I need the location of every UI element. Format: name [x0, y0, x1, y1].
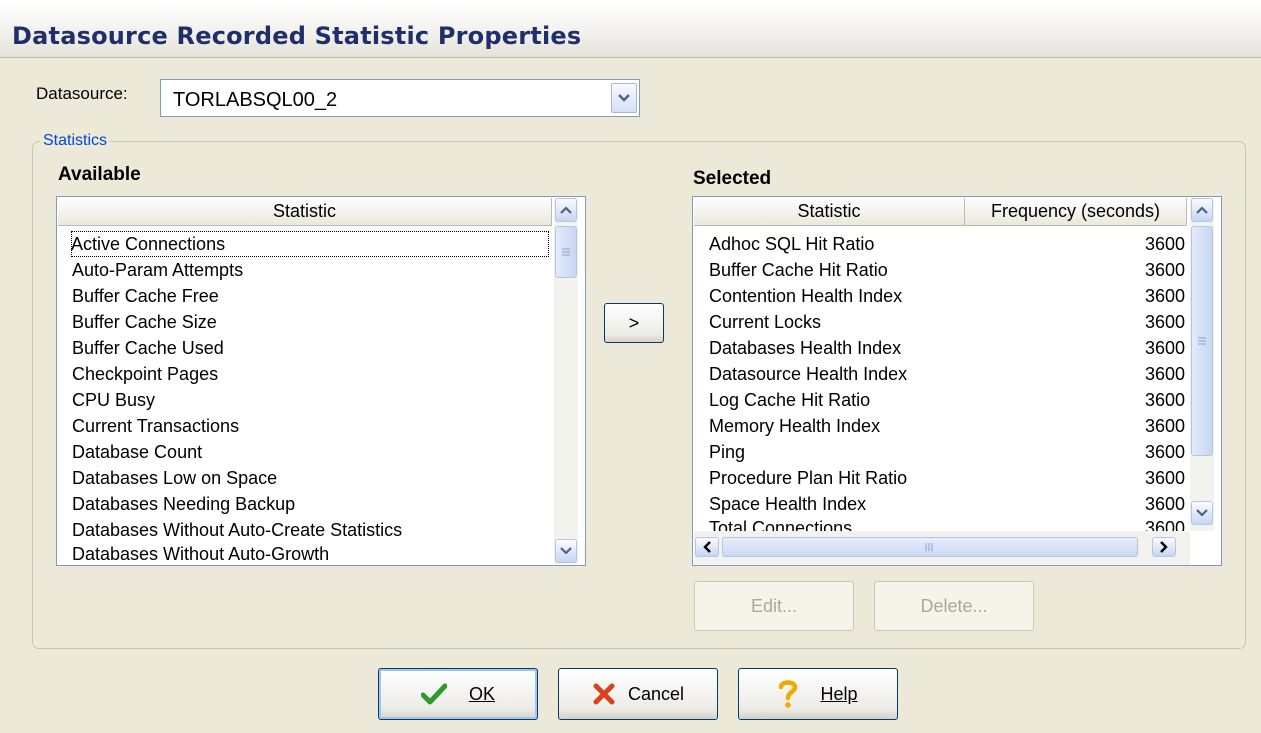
frequency-value: 3600 — [1144, 364, 1185, 384]
list-item[interactable]: Auto-Param Attempts — [72, 257, 243, 283]
frequency-value: 3600 — [1144, 234, 1185, 254]
frequency-value: 3600 — [1144, 442, 1185, 462]
available-heading: Available — [58, 164, 141, 185]
list-item[interactable]: Database Count — [72, 439, 202, 465]
table-row[interactable]: Adhoc SQL Hit Ratio — [709, 231, 874, 257]
frequency-value: 3600 — [1144, 390, 1185, 410]
list-item[interactable]: Active Connections — [71, 231, 549, 257]
list-item[interactable]: Checkpoint Pages — [72, 361, 218, 387]
frequency-value: 3600 — [1144, 312, 1185, 332]
table-row[interactable]: Procedure Plan Hit Ratio — [709, 465, 907, 491]
help-label: Help — [820, 683, 858, 704]
scroll-thumb[interactable] — [555, 226, 577, 278]
table-row[interactable]: Datasource Health Index — [709, 361, 907, 387]
list-item[interactable]: Databases Needing Backup — [72, 491, 295, 517]
chevron-down-icon[interactable] — [611, 83, 637, 113]
scroll-right-icon[interactable] — [1152, 537, 1176, 557]
scroll-down-icon[interactable] — [555, 539, 577, 563]
list-item[interactable]: Current Transactions — [72, 413, 239, 439]
list-item[interactable]: Buffer Cache Size — [72, 309, 217, 335]
available-column-header[interactable]: Statistic — [58, 198, 552, 226]
table-row[interactable]: Space Health Index — [709, 491, 866, 517]
statistics-group-label: Statistics — [40, 132, 111, 150]
ok-button[interactable]: OK — [378, 668, 538, 720]
scroll-down-icon[interactable] — [1191, 501, 1213, 525]
table-row[interactable]: Log Cache Hit Ratio — [709, 387, 870, 413]
selected-list[interactable]: Statistic Frequency (seconds) Adhoc SQL … — [692, 196, 1222, 566]
frequency-value: 3600 — [1144, 416, 1185, 436]
add-statistic-button[interactable]: > — [604, 303, 664, 343]
frequency-value: 3600 — [1144, 468, 1185, 488]
checkmark-icon — [420, 683, 447, 705]
available-vertical-scrollbar[interactable] — [554, 198, 578, 564]
datasource-value: TORLABSQL00_2 — [173, 89, 338, 111]
frequency-value: 3600 — [1144, 494, 1185, 514]
available-list[interactable]: Statistic Active Connections Auto-Param … — [56, 196, 586, 566]
help-button[interactable]: Help — [738, 668, 898, 720]
list-item[interactable]: Databases Without Auto-Create Statistics — [72, 517, 402, 543]
frequency-value: 3600 — [1144, 338, 1185, 358]
frequency-value: 3600 — [1144, 286, 1185, 306]
list-item[interactable]: Buffer Cache Used — [72, 335, 224, 361]
frequency-value: 3600 — [1144, 260, 1185, 280]
question-mark-icon — [778, 679, 798, 709]
table-row[interactable]: Ping — [709, 439, 745, 465]
list-item[interactable]: Buffer Cache Free — [72, 283, 219, 309]
list-item[interactable]: Databases Without Auto-Growth — [72, 541, 329, 565]
table-row[interactable]: Buffer Cache Hit Ratio — [709, 257, 888, 283]
table-row[interactable]: Databases Health Index — [709, 335, 901, 361]
horizontal-scroll-thumb[interactable] — [722, 537, 1138, 557]
selected-horizontal-scrollbar[interactable] — [694, 531, 1190, 565]
statistic-column-header[interactable]: Statistic — [694, 198, 965, 226]
table-row[interactable]: Current Locks — [709, 309, 821, 335]
dialog-title-bar[interactable]: Datasource Recorded Statistic Properties — [0, 0, 1261, 58]
scroll-up-icon[interactable] — [1191, 198, 1213, 222]
selected-heading: Selected — [693, 168, 772, 189]
ok-label: OK — [468, 683, 495, 704]
scroll-up-icon[interactable] — [555, 198, 577, 222]
frequency-column-header[interactable]: Frequency (seconds) — [965, 198, 1187, 226]
list-item[interactable]: CPU Busy — [72, 387, 155, 413]
datasource-label: Datasource: — [36, 84, 128, 103]
close-icon — [592, 682, 616, 706]
table-row[interactable]: Contention Health Index — [709, 283, 902, 309]
delete-button[interactable]: Delete... — [874, 581, 1034, 631]
datasource-dropdown[interactable]: TORLABSQL00_2 — [160, 79, 640, 117]
scroll-thumb[interactable] — [1191, 226, 1213, 456]
table-row[interactable]: Memory Health Index — [709, 413, 880, 439]
list-item[interactable]: Databases Low on Space — [72, 465, 277, 491]
cancel-button[interactable]: Cancel — [558, 668, 718, 720]
edit-button[interactable]: Edit... — [694, 581, 854, 631]
cancel-label: Cancel — [627, 683, 685, 704]
scroll-left-icon[interactable] — [695, 537, 719, 557]
dialog-title: Datasource Recorded Statistic Properties — [12, 22, 582, 50]
selected-vertical-scrollbar[interactable] — [1190, 198, 1214, 531]
